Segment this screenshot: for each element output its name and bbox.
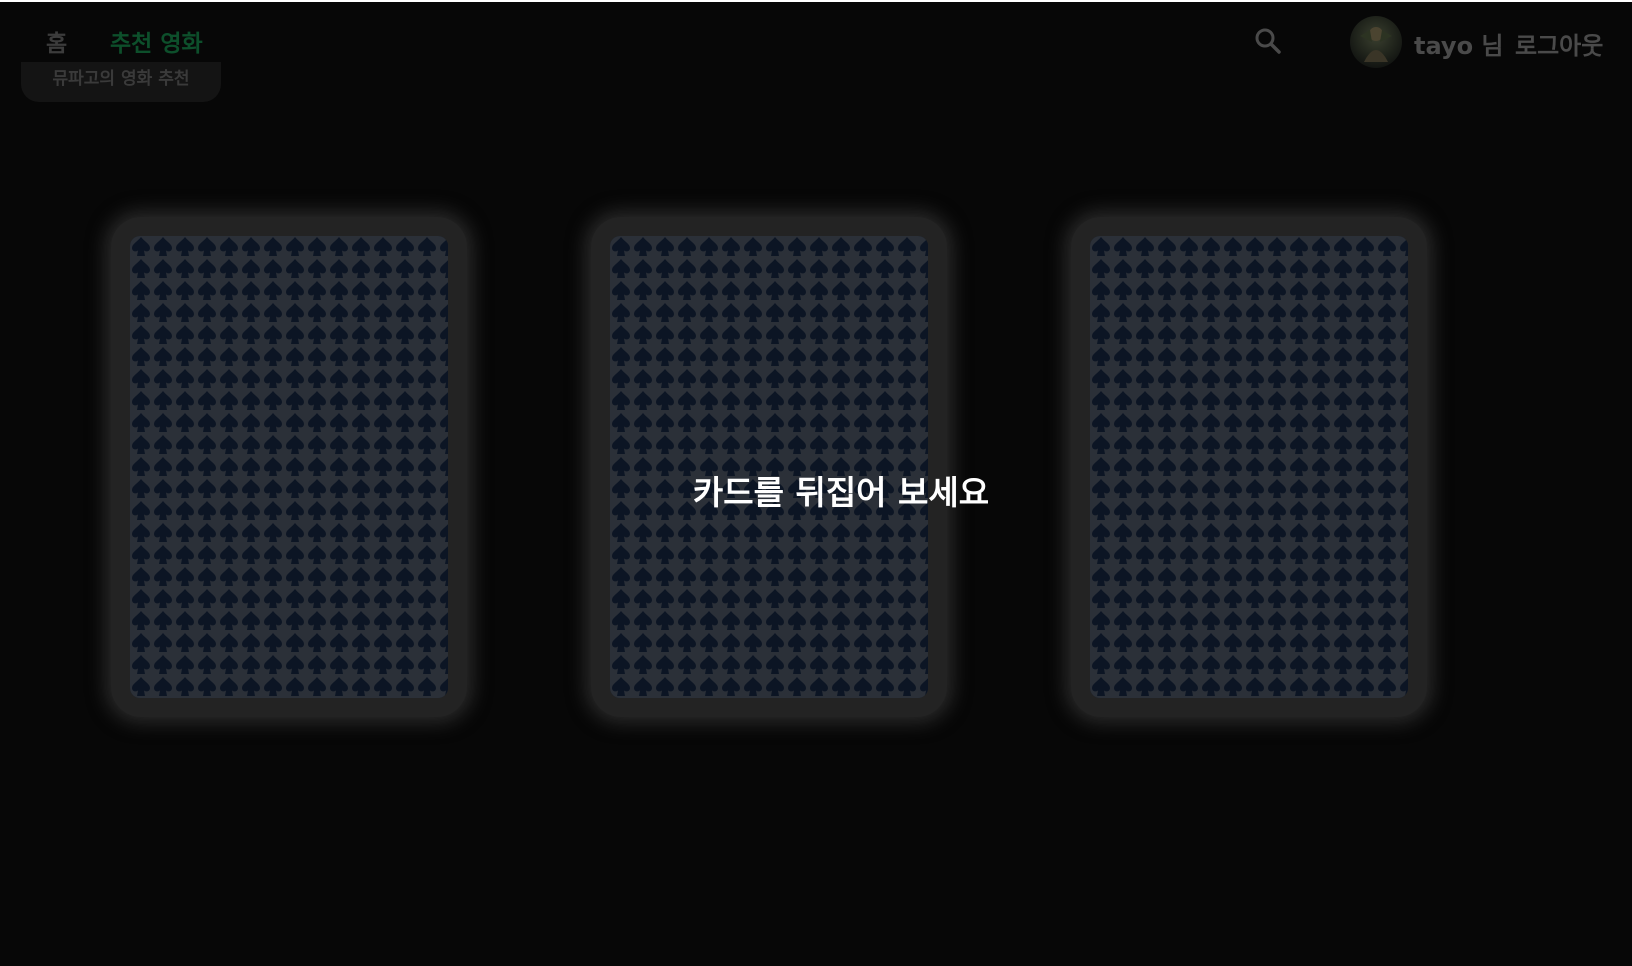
nav-recommend-link[interactable]: 추천 영화 xyxy=(110,24,203,58)
submenu-recommend-button[interactable]: 뮤파고의 영화 추천 xyxy=(21,62,221,102)
nav-home-link[interactable]: 홈 xyxy=(46,24,67,58)
card-back-pattern xyxy=(610,236,928,698)
card-3[interactable] xyxy=(1071,217,1427,717)
card-1[interactable] xyxy=(111,217,467,717)
logout-button[interactable]: 로그아웃 xyxy=(1515,26,1603,61)
card-back-pattern xyxy=(130,236,448,698)
top-navigation: 홈 추천 영화 tayo 님 로그아웃 xyxy=(0,2,1632,74)
avatar[interactable] xyxy=(1350,16,1402,68)
user-name: tayo 님 xyxy=(1414,32,1504,60)
card-back-pattern xyxy=(1090,236,1408,698)
search-icon[interactable] xyxy=(1254,27,1282,55)
card-2[interactable] xyxy=(591,217,947,717)
